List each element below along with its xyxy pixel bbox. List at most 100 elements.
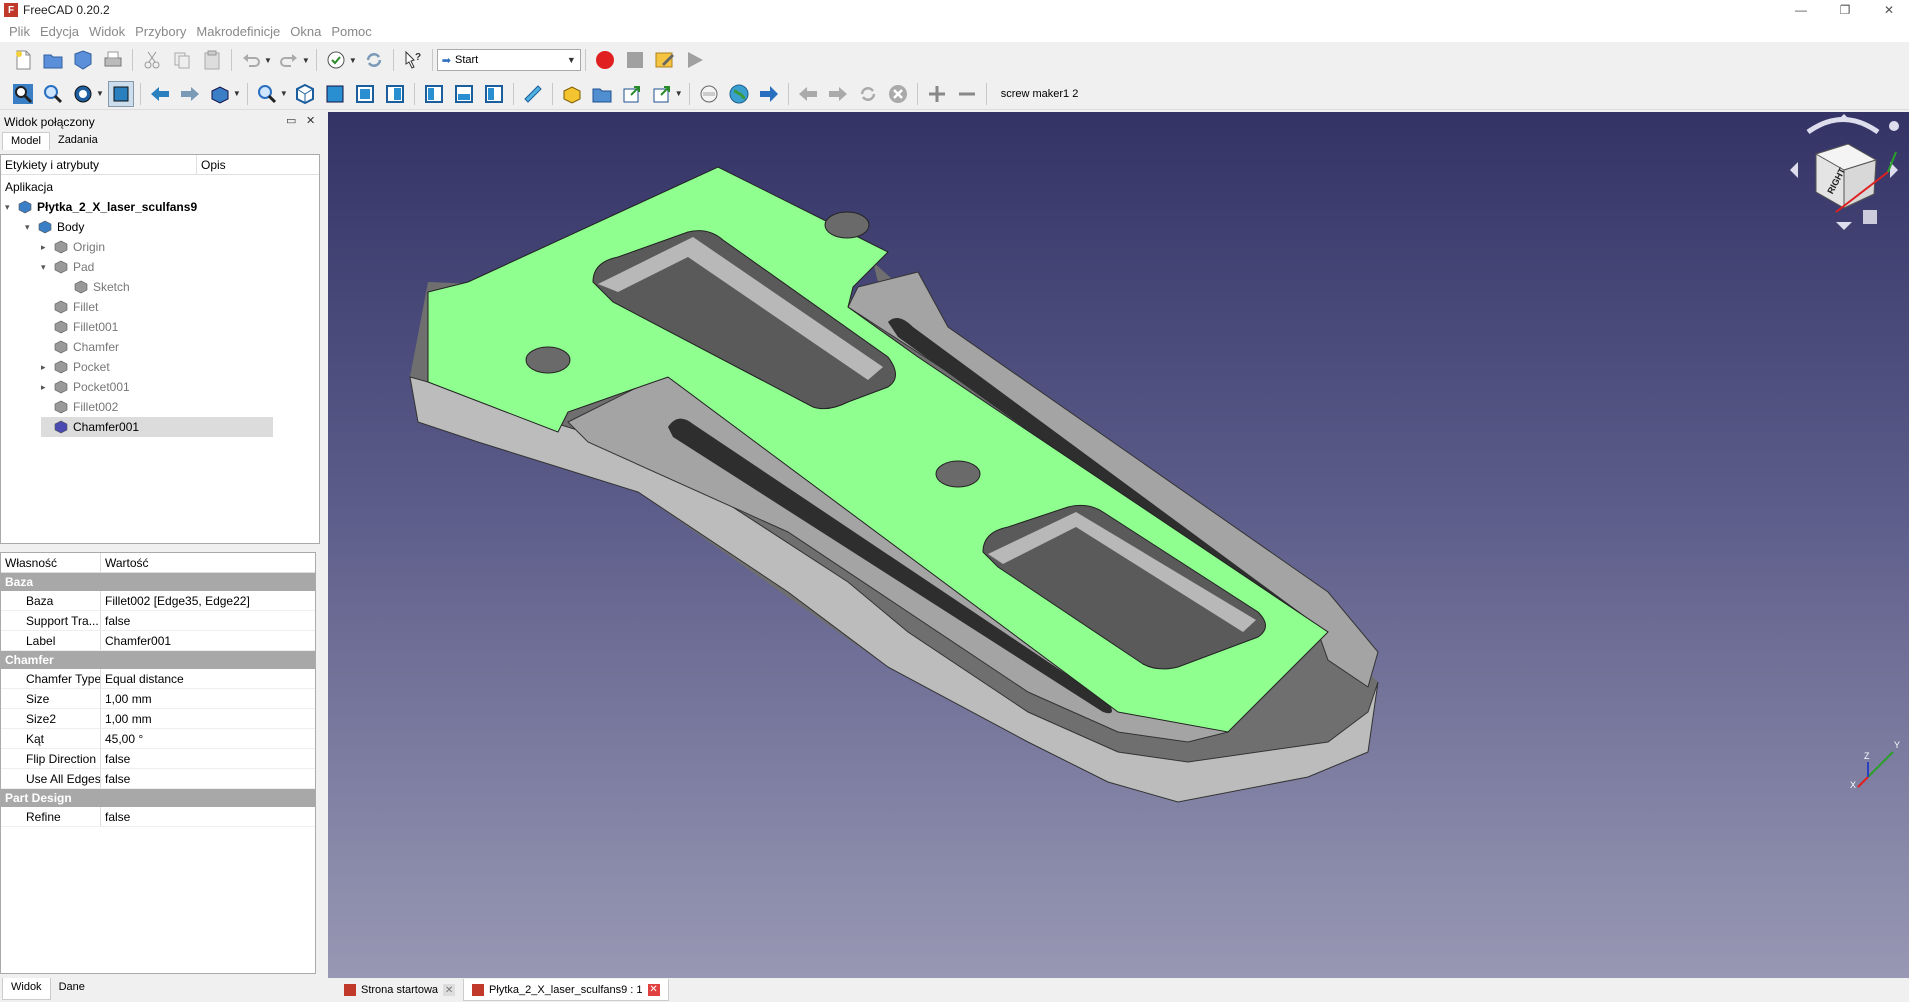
property-group-baza[interactable]: Baza: [1, 573, 315, 591]
tab-zadania[interactable]: Zadania: [50, 132, 106, 150]
tab-model[interactable]: Model: [2, 132, 50, 150]
property-value[interactable]: Equal distance: [101, 669, 188, 688]
measure-icon[interactable]: [520, 81, 546, 107]
property-row[interactable]: Kąt 45,00 °: [1, 729, 315, 749]
draw-style-dropdown-icon[interactable]: ▼: [96, 89, 104, 98]
tree-item-pocket001[interactable]: ▸ Pocket001: [41, 377, 291, 397]
property-value[interactable]: 1,00 mm: [101, 689, 156, 708]
property-row[interactable]: Label Chamfer001: [1, 631, 315, 651]
property-row[interactable]: Size2 1,00 mm: [1, 709, 315, 729]
tree-header-labels[interactable]: Etykiety i atrybuty: [1, 155, 197, 174]
tree-item-fillet002[interactable]: Fillet002: [41, 397, 291, 417]
tree-item-fillet001[interactable]: Fillet001: [41, 317, 291, 337]
globe-icon[interactable]: [726, 81, 752, 107]
refresh-check-icon[interactable]: [323, 47, 349, 73]
nav-menu-icon[interactable]: [1889, 121, 1899, 131]
property-header-name[interactable]: Własność: [1, 553, 101, 572]
property-row[interactable]: Support Tra... false: [1, 611, 315, 631]
link-icon[interactable]: [619, 81, 645, 107]
property-row[interactable]: Refine false: [1, 807, 315, 827]
redo-icon[interactable]: [276, 47, 302, 73]
property-group-chamfer[interactable]: Chamfer: [1, 651, 315, 669]
right-view-icon[interactable]: [382, 81, 408, 107]
tab-dane[interactable]: Dane: [51, 978, 93, 1000]
menu-edycja[interactable]: Edycja: [35, 24, 84, 39]
tree-item-sketch[interactable]: Sketch: [61, 277, 291, 297]
tab-widok[interactable]: Widok: [2, 978, 51, 1000]
property-value[interactable]: 1,00 mm: [101, 709, 156, 728]
collapsed-chevron-icon[interactable]: ▸: [41, 362, 53, 373]
navigation-cube[interactable]: RIGHT: [1778, 112, 1909, 232]
std-views-icon[interactable]: [254, 81, 280, 107]
save-icon[interactable]: [70, 47, 96, 73]
draw-style-icon[interactable]: [70, 81, 96, 107]
nav-arrow-left-icon[interactable]: [1790, 162, 1798, 178]
web-stop-icon[interactable]: [885, 81, 911, 107]
stop-macro-icon[interactable]: [622, 47, 648, 73]
property-value[interactable]: false: [101, 611, 134, 630]
property-value[interactable]: false: [101, 769, 134, 788]
property-value[interactable]: Chamfer001: [101, 631, 175, 650]
tree-item-p-ytka-2-x-laser-sculfans9[interactable]: ▾ Płytka_2_X_laser_sculfans9: [5, 197, 291, 217]
record-macro-icon[interactable]: [592, 47, 618, 73]
property-row[interactable]: Size 1,00 mm: [1, 689, 315, 709]
recompute-icon[interactable]: [361, 47, 387, 73]
3d-viewport[interactable]: RIGHT Y X Z: [328, 112, 1909, 978]
menu-przybory[interactable]: Przybory: [130, 24, 191, 39]
bounding-box-icon[interactable]: [107, 80, 134, 107]
left-view-icon[interactable]: [481, 81, 507, 107]
forward-arrow-icon[interactable]: [177, 81, 203, 107]
zoom-out-icon[interactable]: [954, 81, 980, 107]
web-refresh-icon[interactable]: [855, 81, 881, 107]
undo-dropdown-icon[interactable]: ▼: [264, 56, 272, 65]
fit-all-icon[interactable]: [10, 81, 36, 107]
document-tab[interactable]: Płytka_2_X_laser_sculfans9 : 1 ✕: [463, 979, 669, 1001]
std-views-dropdown-icon[interactable]: ▼: [280, 89, 288, 98]
property-row[interactable]: Use All Edges false: [1, 769, 315, 789]
front-view-icon[interactable]: [322, 81, 348, 107]
top-view-icon[interactable]: [352, 81, 378, 107]
link-actions-dropdown-icon[interactable]: ▼: [675, 89, 683, 98]
property-row[interactable]: Baza Fillet002 [Edge35, Edge22]: [1, 591, 315, 611]
macro-toolbar-label[interactable]: screw maker1 2: [1001, 88, 1079, 100]
sync-view-icon[interactable]: [207, 81, 233, 107]
copy-icon[interactable]: [169, 47, 195, 73]
group-icon[interactable]: [589, 81, 615, 107]
menu-pomoc[interactable]: Pomoc: [326, 24, 376, 39]
property-header-value[interactable]: Wartość: [101, 553, 153, 572]
paste-icon[interactable]: [199, 47, 225, 73]
expanded-chevron-icon[interactable]: ▾: [41, 262, 53, 273]
collapsed-chevron-icon[interactable]: ▸: [41, 382, 53, 393]
tree-item-chamfer[interactable]: Chamfer: [41, 337, 291, 357]
property-value[interactable]: false: [101, 807, 134, 826]
maximize-button[interactable]: ❐: [1825, 0, 1865, 20]
close-panel-icon[interactable]: ✕: [306, 114, 315, 127]
tree-item-fillet[interactable]: Fillet: [41, 297, 291, 317]
nav-arrow-down-icon[interactable]: [1836, 222, 1852, 230]
open-folder-icon[interactable]: [40, 47, 66, 73]
tree-item-pad[interactable]: ▾ Pad: [41, 257, 291, 277]
link-actions-icon[interactable]: [649, 81, 675, 107]
property-row[interactable]: Flip Direction false: [1, 749, 315, 769]
fit-selection-icon[interactable]: [40, 81, 66, 107]
close-button[interactable]: ✕: [1869, 0, 1909, 20]
3d-model[interactable]: [328, 112, 1909, 978]
web-forward-icon[interactable]: [825, 81, 851, 107]
menu-okna[interactable]: Okna: [285, 24, 326, 39]
expanded-chevron-icon[interactable]: ▾: [25, 222, 37, 233]
web-go-icon[interactable]: [756, 81, 782, 107]
float-panel-icon[interactable]: ▭: [286, 114, 296, 127]
tree-header-description[interactable]: Opis: [197, 155, 230, 174]
rear-view-icon[interactable]: [421, 81, 447, 107]
tree-item-body[interactable]: ▾ Body: [25, 217, 291, 237]
edit-macro-icon[interactable]: [652, 47, 678, 73]
property-value[interactable]: 45,00 °: [101, 729, 147, 748]
close-tab-icon[interactable]: ✕: [647, 983, 660, 996]
property-value[interactable]: false: [101, 749, 134, 768]
isometric-icon[interactable]: [292, 81, 318, 107]
zoom-in-icon[interactable]: [924, 81, 950, 107]
tree-item-pocket[interactable]: ▸ Pocket: [41, 357, 291, 377]
minimize-button[interactable]: —: [1781, 0, 1821, 20]
property-row[interactable]: Chamfer Type Equal distance: [1, 669, 315, 689]
back-arrow-icon[interactable]: [147, 81, 173, 107]
